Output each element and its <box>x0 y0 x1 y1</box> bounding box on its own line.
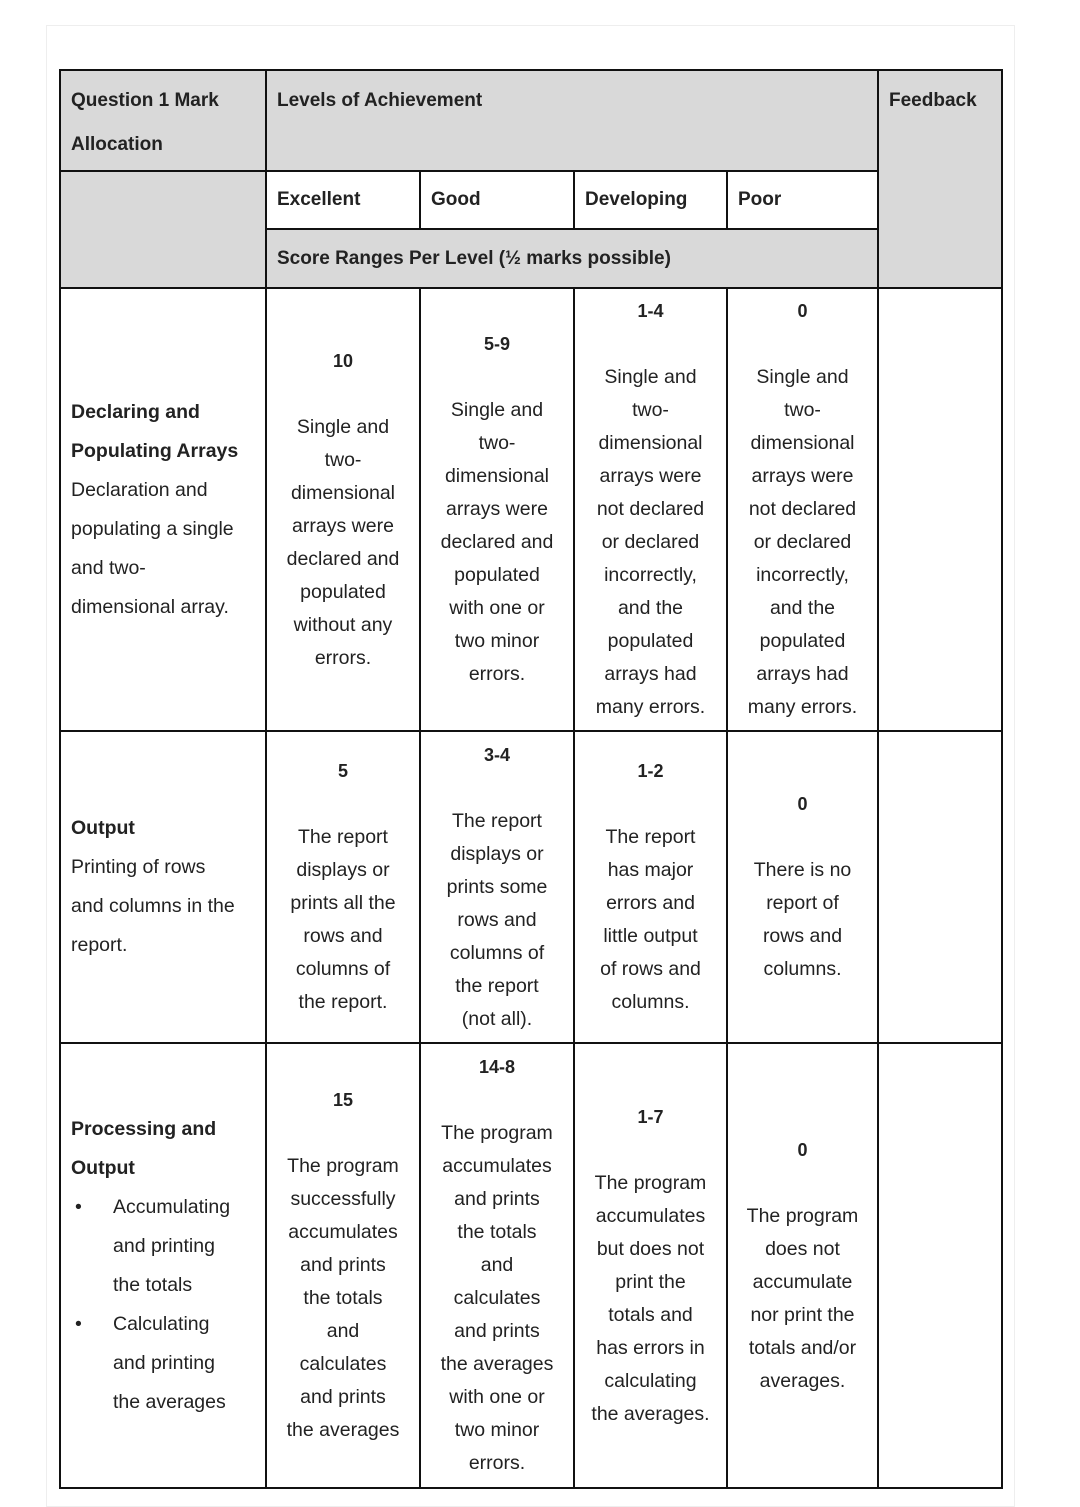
level-description: The program does not accumulate nor prin… <box>746 1204 859 1392</box>
criteria-header: Question 1 Mark Allocation <box>59 69 267 172</box>
feedback-output <box>877 730 1003 1044</box>
cell-processing-good: 14-8 The program accumulates and prints t… <box>419 1042 575 1489</box>
criterion-description: Printing of rows and columns in the repo… <box>71 856 235 956</box>
cell-processing-poor: 0 The program does not accumulate nor pri… <box>726 1042 879 1489</box>
criterion-arrays: Declaring and Populating Arrays Declarat… <box>59 287 267 732</box>
score-range: 5 <box>337 761 348 781</box>
score-range: 0 <box>797 794 808 814</box>
cell-processing-excellent: 15 The program successfully accumulates a… <box>265 1042 421 1489</box>
score-range: 1-2 <box>637 761 664 781</box>
feedback-processing <box>877 1042 1003 1489</box>
levels-header: Levels of Achievement <box>265 69 879 172</box>
level-description: The program accumulates and prints the t… <box>440 1122 554 1474</box>
criteria-header-blank <box>59 170 267 289</box>
bullet-icon: • <box>75 1312 82 1335</box>
score-range: 5-9 <box>483 334 510 354</box>
bullet-item: • Calculating and printing the averages <box>71 1305 255 1422</box>
cell-arrays-developing: 1-4 Single and two- dimensional arrays we… <box>573 287 728 732</box>
cell-output-excellent: 5 The report displays or prints all the r… <box>265 730 421 1044</box>
cell-arrays-excellent: 10 Single and two- dimensional arrays wer… <box>265 287 421 732</box>
level-description: Single and two- dimensional arrays were … <box>747 366 858 718</box>
level-description: The report displays or prints all the ro… <box>290 826 396 1013</box>
level-description: Single and two- dimensional arrays were … <box>286 415 400 669</box>
criterion-title: Processing and Output <box>71 1117 217 1179</box>
feedback-header: Feedback <box>877 69 1003 289</box>
level-good: Good <box>419 170 575 230</box>
bullet-icon: • <box>75 1195 82 1218</box>
score-range: 1-7 <box>637 1106 664 1127</box>
criterion-title: Output <box>71 817 135 839</box>
level-description: Single and two- dimensional arrays were … <box>440 399 554 685</box>
level-description: Single and two- dimensional arrays were … <box>595 366 706 718</box>
level-description: The program accumulates but does not pri… <box>591 1171 710 1425</box>
score-range: 0 <box>797 1139 808 1160</box>
level-description: The report displays or prints some rows … <box>446 809 548 1030</box>
cell-arrays-poor: 0 Single and two- dimensional arrays were… <box>726 287 879 732</box>
score-range: 1-4 <box>637 301 664 321</box>
level-developing: Developing <box>573 170 728 230</box>
level-excellent: Excellent <box>265 170 421 230</box>
criterion-description: Declaration and populating a single and … <box>71 478 234 618</box>
score-range: 3-4 <box>483 744 510 765</box>
level-poor: Poor <box>726 170 879 230</box>
cell-output-good: 3-4 The report displays or prints some ro… <box>419 730 575 1044</box>
score-range: 15 <box>332 1090 354 1110</box>
cell-output-developing: 1-2 The report has major errors and littl… <box>573 730 728 1044</box>
level-description: The report has major errors and little o… <box>600 826 701 1013</box>
feedback-arrays <box>877 287 1003 732</box>
cell-processing-developing: 1-7 The program accumulates but does not … <box>573 1042 728 1489</box>
bullet-text: Calculating and printing the averages <box>113 1312 226 1413</box>
bullet-text: Accumulating and printing the totals <box>113 1195 231 1296</box>
criterion-processing: Processing and Output • Accumulating and … <box>59 1042 267 1489</box>
score-range: 14-8 <box>478 1057 516 1077</box>
cell-arrays-good: 5-9 Single and two- dimensional arrays we… <box>419 287 575 732</box>
score-range: 10 <box>332 350 354 371</box>
level-description: There is no report of rows and columns. <box>753 859 852 980</box>
criterion-output: Output Printing of rows and columns in t… <box>59 730 267 1044</box>
score-ranges-header: Score Ranges Per Level (½ marks possible… <box>265 228 879 289</box>
score-range: 0 <box>797 301 808 321</box>
level-description: The program successfully accumulates and… <box>286 1155 400 1441</box>
criterion-title: Declaring and Populating Arrays <box>71 400 239 462</box>
cell-output-poor: 0 There is no report of rows and columns. <box>726 730 879 1044</box>
bullet-item: • Accumulating and printing the totals <box>71 1188 255 1305</box>
